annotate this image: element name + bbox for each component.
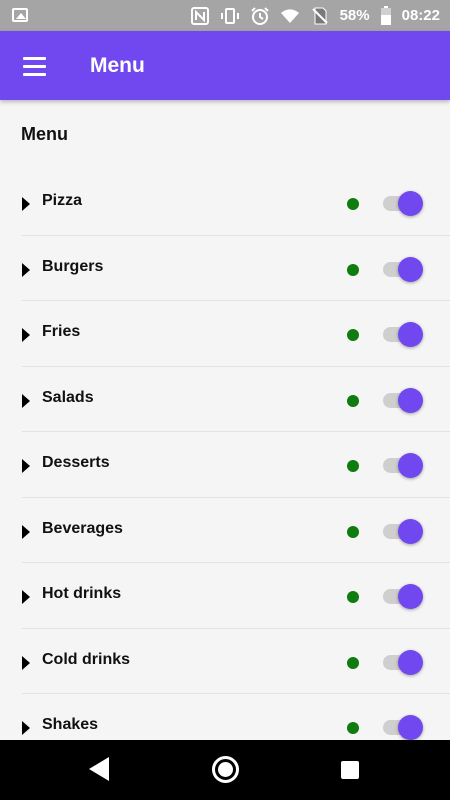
expand-caret-icon[interactable] (22, 655, 30, 670)
category-label: Salads (42, 388, 94, 406)
category-label: Desserts (42, 454, 110, 471)
category-label: Shakes (42, 716, 99, 733)
battery-icon (380, 5, 392, 26)
system-nav-bar (0, 740, 450, 800)
category-toggle[interactable] (383, 649, 425, 675)
status-dot (347, 198, 359, 210)
category-toggle[interactable] (383, 715, 425, 740)
nfc-icon (190, 6, 210, 26)
category-row-desserts[interactable]: Desserts (22, 432, 450, 498)
wifi-icon (280, 6, 300, 26)
category-toggle[interactable] (383, 584, 425, 609)
vibrate-icon (220, 6, 240, 26)
section-title: Menu (21, 124, 68, 144)
status-dot (347, 329, 359, 341)
status-bar: 58% 08:22 (0, 0, 450, 31)
category-toggle[interactable] (383, 453, 425, 478)
no-sim-icon (310, 6, 330, 26)
expand-caret-icon[interactable] (22, 328, 30, 342)
status-icons: 58% 08:22 (190, 0, 440, 31)
expand-caret-icon[interactable] (22, 459, 30, 473)
category-label: Cold drinks (42, 650, 131, 668)
category-label: Beverages (42, 519, 123, 537)
category-row-beverages[interactable]: Beverages (22, 498, 450, 563)
menu-category-list: Pizza Burgers Fries Salads Desserts Beve… (0, 170, 450, 760)
category-row-salads[interactable]: Salads (22, 367, 450, 432)
expand-caret-icon[interactable] (22, 721, 30, 735)
expand-caret-icon[interactable] (22, 393, 30, 408)
recent-apps-icon[interactable] (341, 761, 359, 779)
expand-caret-icon[interactable] (22, 590, 30, 604)
category-label: Burgers (42, 257, 104, 275)
category-toggle[interactable] (383, 518, 425, 544)
category-toggle[interactable] (383, 191, 425, 216)
app-title: Menu (90, 54, 145, 77)
image-icon (12, 8, 28, 22)
category-toggle[interactable] (383, 256, 425, 282)
category-label: Hot drinks (42, 585, 122, 602)
status-dot (347, 525, 359, 538)
status-dot (347, 656, 359, 669)
status-dot (347, 591, 359, 603)
battery-percentage: 58% (339, 7, 370, 24)
category-label: Pizza (42, 192, 83, 209)
category-label: Fries (42, 323, 81, 340)
category-row-cold-drinks[interactable]: Cold drinks (22, 629, 450, 694)
home-icon[interactable] (212, 756, 239, 783)
back-icon[interactable] (89, 757, 109, 781)
alarm-icon (250, 6, 270, 26)
category-row-hot-drinks[interactable]: Hot drinks (22, 563, 450, 629)
category-row-fries[interactable]: Fries (22, 301, 450, 367)
expand-caret-icon[interactable] (22, 197, 30, 211)
expand-caret-icon[interactable] (22, 524, 30, 539)
category-toggle[interactable] (383, 387, 425, 413)
hamburger-menu-icon[interactable] (18, 51, 52, 81)
app-bar: Menu (0, 31, 450, 100)
clock: 08:22 (401, 7, 440, 24)
status-dot (347, 263, 359, 276)
status-dot (347, 722, 359, 734)
category-toggle[interactable] (383, 322, 425, 347)
status-dot (347, 460, 359, 472)
status-dot (347, 394, 359, 407)
expand-caret-icon[interactable] (22, 262, 30, 277)
category-row-pizza[interactable]: Pizza (22, 170, 450, 236)
category-row-burgers[interactable]: Burgers (22, 236, 450, 301)
